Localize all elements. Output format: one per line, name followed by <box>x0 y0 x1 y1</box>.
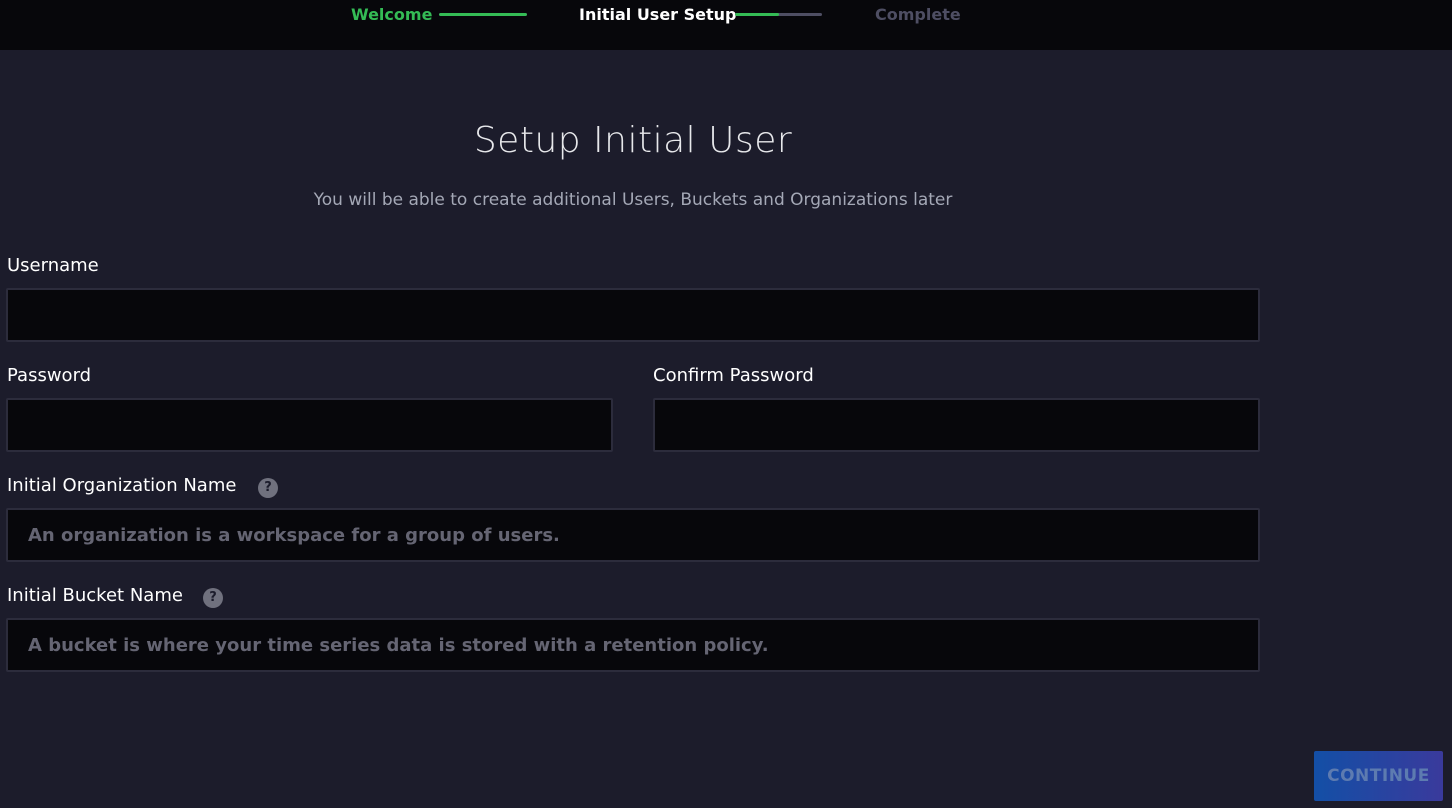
password-input[interactable] <box>6 398 613 452</box>
step-connector-2 <box>735 13 822 16</box>
bucket-name-label: Initial Bucket Name <box>7 585 183 606</box>
step-connector-1-fill <box>439 13 527 16</box>
step-connector-1 <box>439 13 527 16</box>
org-name-help-icon[interactable]: ? <box>258 478 278 498</box>
bucket-name-help-icon[interactable]: ? <box>203 588 223 608</box>
page-subtitle: You will be able to create additional Us… <box>313 190 953 210</box>
username-input[interactable] <box>6 288 1260 342</box>
password-label: Password <box>7 365 92 386</box>
confirm-password-input[interactable] <box>653 398 1260 452</box>
step-connector-2-fill <box>735 13 779 16</box>
step-welcome[interactable]: Welcome <box>351 5 432 25</box>
page-title: Setup Initial User <box>473 120 793 161</box>
username-label: Username <box>7 255 99 276</box>
step-complete: Complete <box>875 5 961 24</box>
confirm-password-label: Confirm Password <box>653 365 814 386</box>
wizard-stepper: Welcome Initial User Setup Complete <box>0 0 1452 50</box>
org-name-input[interactable] <box>6 508 1260 562</box>
continue-button[interactable]: CONTINUE <box>1314 751 1443 801</box>
step-initial-user-setup[interactable]: Initial User Setup <box>579 5 737 25</box>
bucket-name-input[interactable] <box>6 618 1260 672</box>
org-name-label: Initial Organization Name <box>7 475 237 496</box>
